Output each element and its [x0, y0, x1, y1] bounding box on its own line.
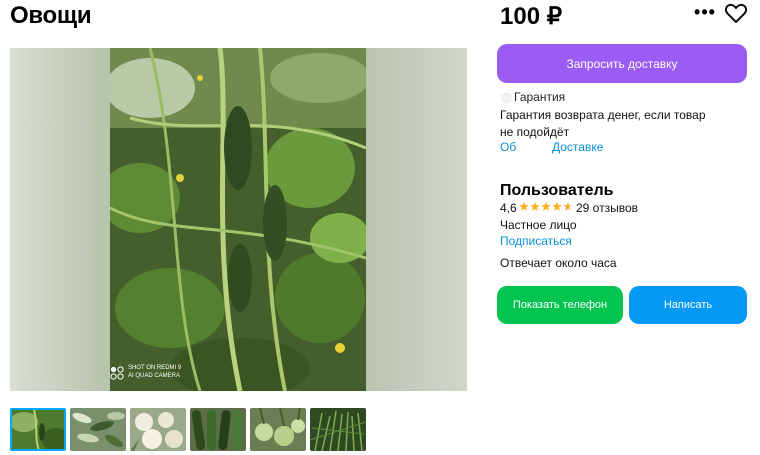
thumbnail-pile-of-cucumbers[interactable] [70, 408, 126, 451]
thumbnail-dill-greens[interactable] [310, 408, 366, 451]
cucumber-plants-image [110, 48, 366, 391]
thumbnail-image [70, 408, 126, 451]
listing-price: 100 ₽ [500, 3, 562, 30]
watermark-text: SHOT ON REDMI 9 AI QUAD CAMERA [128, 364, 181, 380]
thumbnail-zucchini[interactable] [190, 408, 246, 451]
thumbnail-image [12, 410, 64, 449]
thumbnail-cucumber-plants[interactable] [10, 408, 66, 451]
star-half-icon [563, 202, 573, 211]
thumbnail-image [130, 408, 186, 451]
seller-type: Частное лицо [500, 218, 577, 232]
camera-watermark: SHOT ON REDMI 9 AI QUAD CAMERA [110, 362, 230, 384]
rating-stars [519, 201, 573, 214]
camera-dots-icon [110, 366, 124, 380]
request-delivery-button[interactable]: Запросить доставку [497, 44, 747, 83]
thumbnail-image [250, 408, 306, 451]
seller-rating-value: 4,6 [500, 201, 517, 215]
thumbnail-cauliflower[interactable] [130, 408, 186, 451]
watermark-line-1: SHOT ON REDMI 9 [128, 365, 182, 371]
thumbnail-strip [10, 408, 370, 451]
subscribe-link[interactable]: Подписаться [500, 234, 572, 248]
about-guarantee-link[interactable]: Об [500, 140, 516, 154]
star-icon [541, 202, 551, 211]
star-icon [530, 202, 540, 211]
heart-icon[interactable] [724, 2, 748, 24]
thumbnail-image [310, 408, 366, 451]
show-phone-button[interactable]: Показать телефон [497, 286, 623, 324]
star-icon [552, 202, 562, 211]
more-dots-icon[interactable]: ••• [694, 3, 716, 25]
response-time: Отвечает около часа [500, 256, 617, 270]
guarantee-text: Гарантия возврата денег, если товар не п… [500, 108, 706, 139]
main-photo-gallery[interactable] [10, 48, 467, 391]
listing-title: Овощи [10, 2, 92, 29]
seller-name[interactable]: Пользователь [500, 182, 613, 200]
main-photo[interactable] [110, 48, 366, 391]
thumbnail-kohlrabi[interactable] [250, 408, 306, 451]
shield-icon [501, 92, 511, 104]
guarantee-title: Гарантия [514, 90, 566, 104]
watermark-line-2: AI QUAD CAMERA [128, 373, 181, 379]
thumbnail-image [190, 408, 246, 451]
star-icon [519, 202, 529, 211]
reviews-count-link[interactable]: 29 отзывов [576, 201, 638, 215]
delivery-link[interactable]: Доставке [552, 140, 603, 154]
write-message-button[interactable]: Написать [629, 286, 747, 324]
